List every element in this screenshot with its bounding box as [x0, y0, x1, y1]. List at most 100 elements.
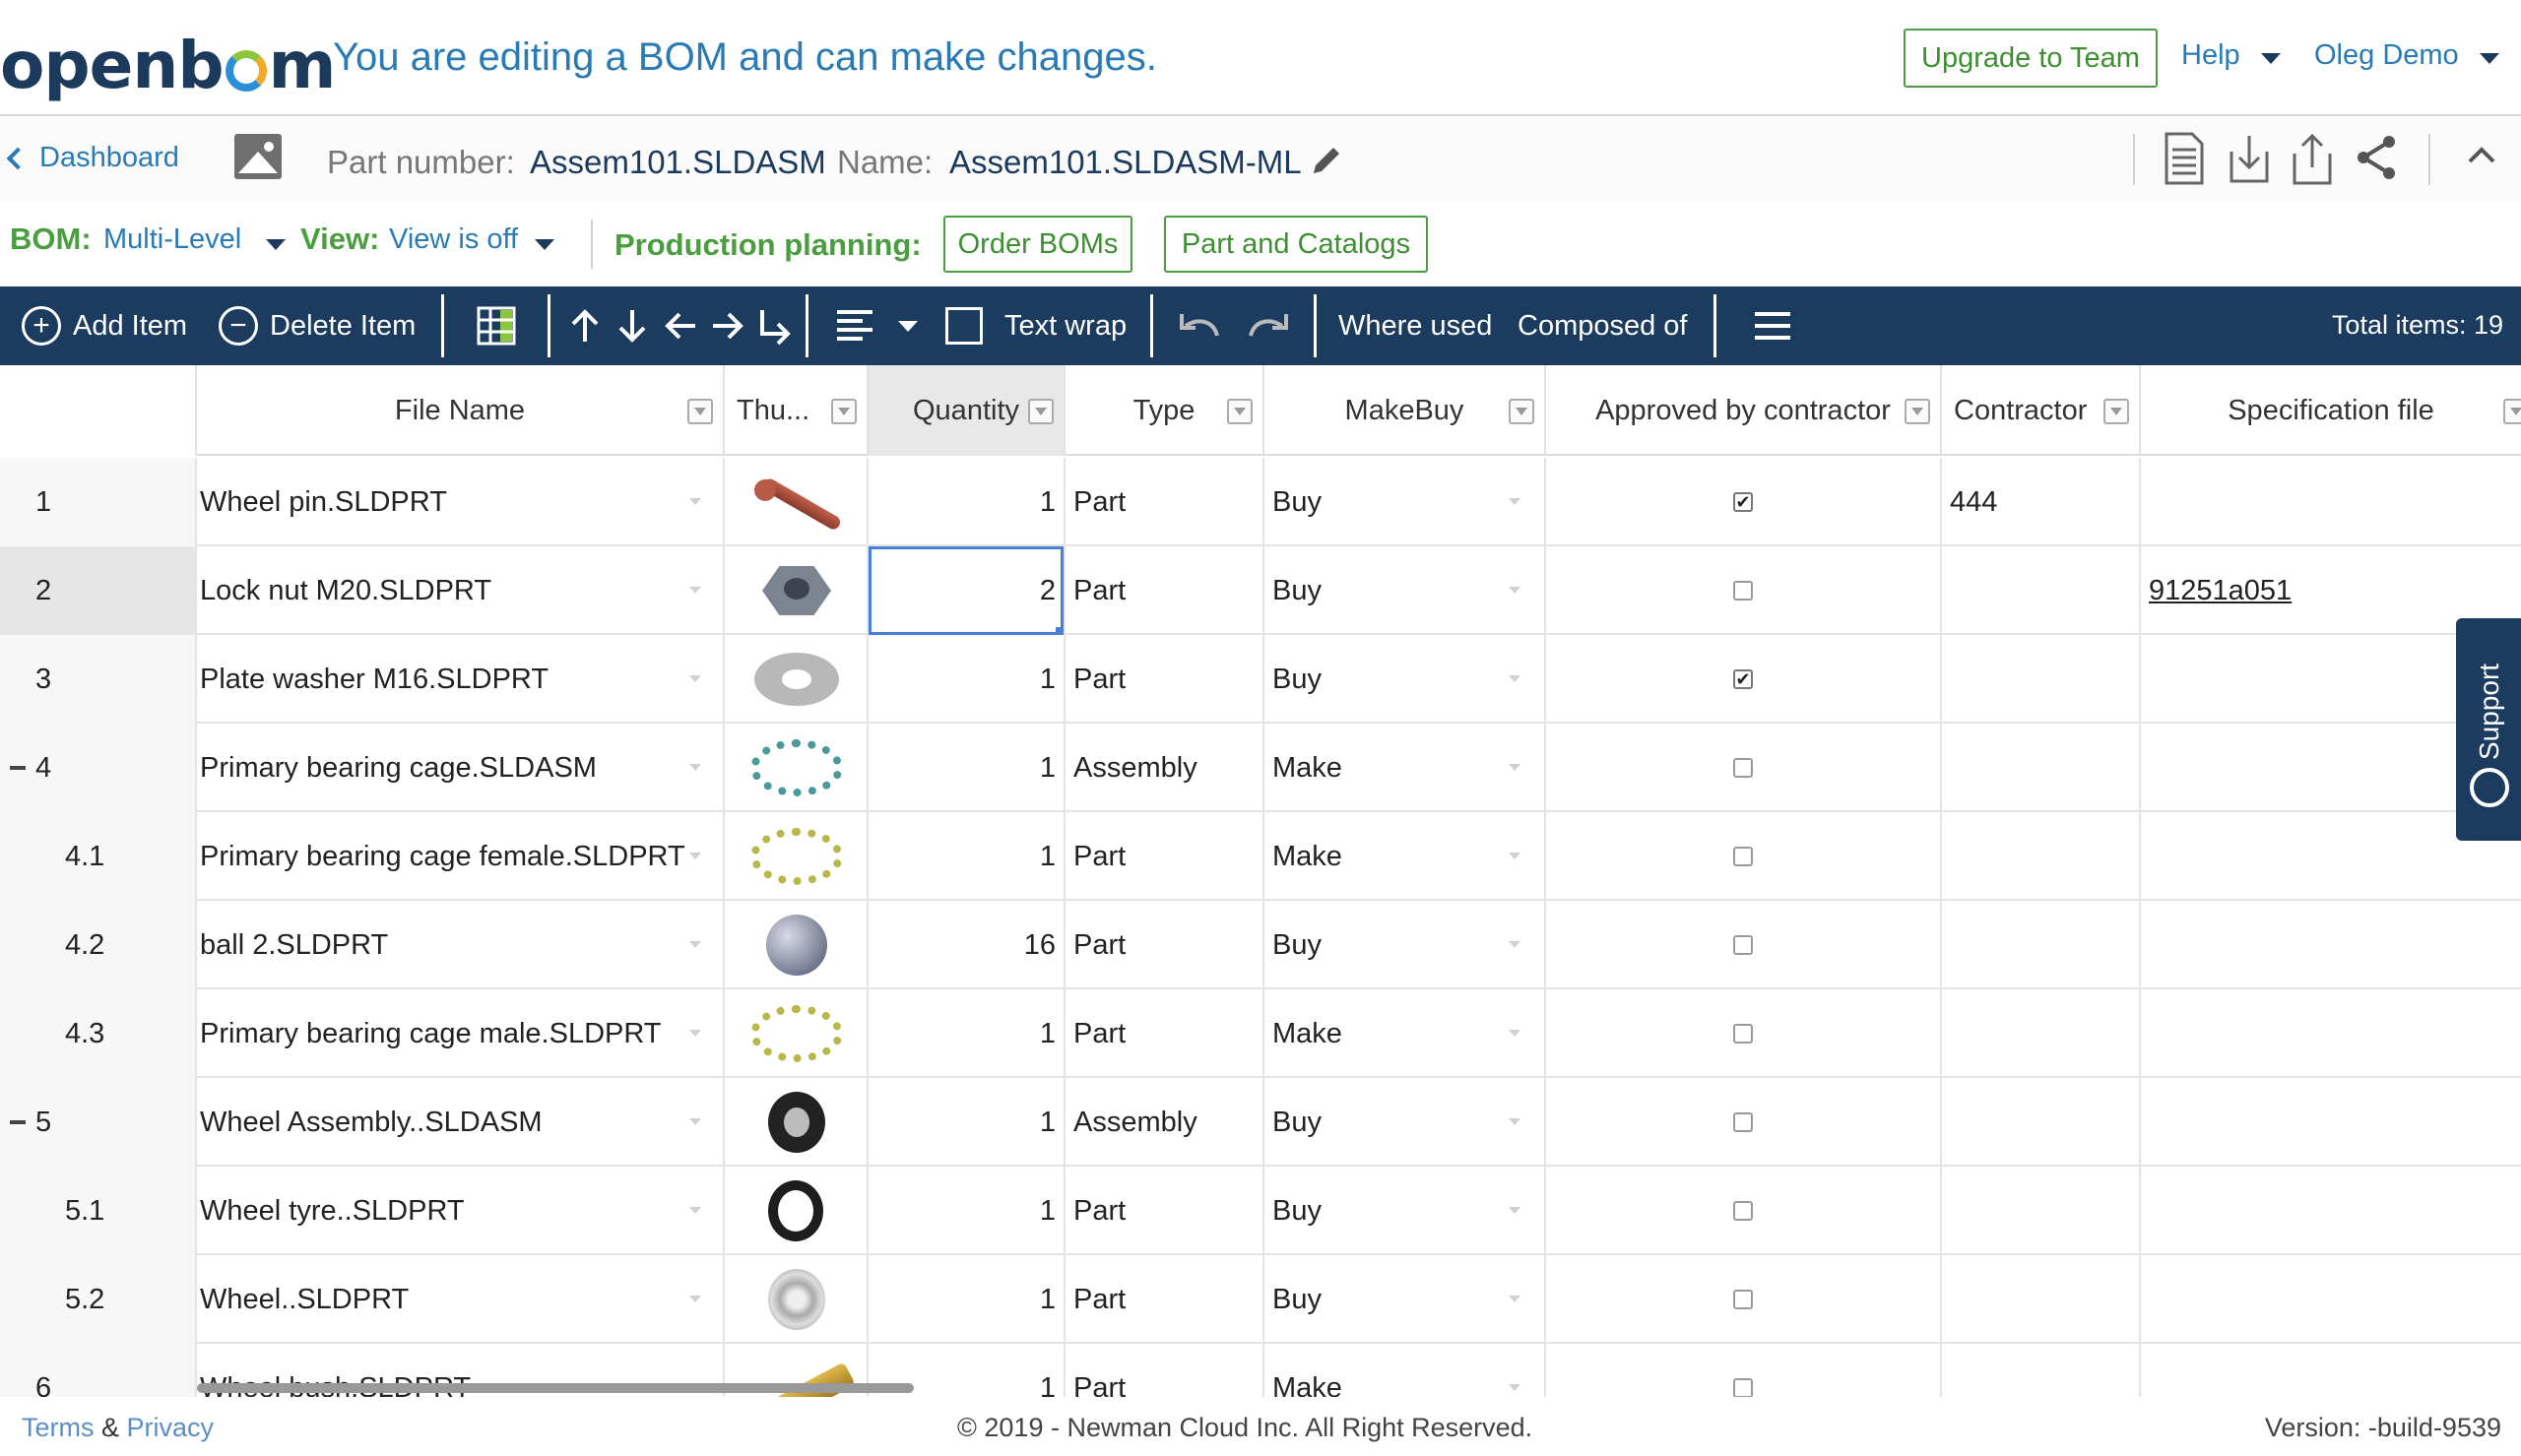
type-cell[interactable]: Part [1066, 1344, 1264, 1397]
quantity-cell[interactable]: 1 [869, 1167, 1066, 1255]
thumbnail-cell[interactable] [725, 635, 869, 724]
contractor-cell[interactable] [1942, 546, 2141, 635]
dropdown-caret-icon[interactable] [1509, 1118, 1520, 1125]
makebuy-cell[interactable]: Buy [1264, 546, 1546, 635]
specification-file-cell[interactable] [2141, 989, 2521, 1078]
quantity-cell[interactable]: 1 [869, 812, 1066, 901]
dropdown-caret-icon[interactable] [689, 764, 701, 771]
approved-cell[interactable]: ✔ [1546, 458, 1942, 546]
dashboard-back-link[interactable]: Dashboard [6, 142, 179, 174]
filter-icon[interactable] [1509, 399, 1534, 424]
column-header-makebuy[interactable]: MakeBuy [1264, 365, 1546, 456]
table-row[interactable]: 1 Wheel pin.SLDPRT 1 Part Buy ✔ 444 [0, 458, 2521, 546]
row-index[interactable]: 5.2 [0, 1255, 197, 1344]
text-wrap-toggle[interactable]: Text wrap [945, 286, 1127, 365]
approved-checkbox[interactable] [1733, 581, 1753, 601]
row-index[interactable]: 3 [0, 635, 197, 724]
table-row[interactable]: 4.2 ball 2.SLDPRT 16 Part Buy [0, 901, 2521, 989]
type-cell[interactable]: Part [1066, 1255, 1264, 1344]
approved-cell[interactable]: ✔ [1546, 635, 1942, 724]
type-cell[interactable]: Part [1066, 546, 1264, 635]
order-boms-button[interactable]: Order BOMs [943, 216, 1132, 273]
filter-icon[interactable] [2503, 399, 2521, 424]
quantity-cell[interactable]: 1 [869, 635, 1066, 724]
approved-checkbox[interactable] [1733, 1290, 1753, 1309]
quantity-cell[interactable]: 1 [869, 458, 1066, 546]
row-index[interactable]: 4.3 [0, 989, 197, 1078]
type-cell[interactable]: Part [1066, 989, 1264, 1078]
grid-view-icon[interactable] [475, 286, 518, 365]
approved-cell[interactable] [1546, 989, 1942, 1078]
column-header-quantity[interactable]: Quantity [869, 365, 1066, 456]
row-index[interactable]: 6 [0, 1344, 197, 1397]
specification-file-cell[interactable] [2141, 458, 2521, 546]
dropdown-caret-icon[interactable] [1509, 587, 1520, 594]
align-left-icon[interactable] [835, 286, 874, 365]
approved-cell[interactable] [1546, 1078, 1942, 1167]
table-row[interactable]: 4 Primary bearing cage.SLDASM 1 Assembly Mak… [0, 724, 2521, 812]
type-cell[interactable]: Part [1066, 1167, 1264, 1255]
makebuy-cell[interactable]: Buy [1264, 1167, 1546, 1255]
pencil-edit-icon[interactable] [1310, 144, 1343, 177]
type-cell[interactable]: Assembly [1066, 1078, 1264, 1167]
contractor-cell[interactable] [1942, 989, 2141, 1078]
help-caret-down-icon[interactable] [2261, 53, 2281, 64]
thumbnail-cell[interactable] [725, 546, 869, 635]
document-icon[interactable] [2163, 130, 2206, 187]
move-up-arrow-icon[interactable] [567, 286, 603, 365]
collapse-chevron-up-icon[interactable] [2464, 138, 2499, 173]
composed-of-button[interactable]: Composed of [1518, 286, 1688, 365]
thumbnail-cell[interactable] [725, 812, 869, 901]
specification-file-cell[interactable] [2141, 901, 2521, 989]
row-index[interactable]: 5.1 [0, 1167, 197, 1255]
horizontal-scrollbar[interactable] [197, 1383, 914, 1393]
file-name-cell[interactable]: ball 2.SLDPRT [197, 901, 725, 989]
export-icon[interactable] [2291, 130, 2334, 187]
part-and-catalogs-button[interactable]: Part and Catalogs [1164, 216, 1428, 273]
dropdown-caret-icon[interactable] [689, 498, 701, 505]
table-row[interactable]: 2 Lock nut M20.SLDPRT 2 Part Buy 91251a051 [0, 546, 2521, 635]
contractor-cell[interactable] [1942, 1167, 2141, 1255]
collapse-minus-icon[interactable] [10, 1120, 26, 1124]
where-used-button[interactable]: Where used [1338, 286, 1492, 365]
upgrade-to-team-button[interactable]: Upgrade to Team [1904, 29, 2158, 88]
file-name-cell[interactable]: Wheel pin.SLDPRT [197, 458, 725, 546]
approved-checkbox[interactable] [1733, 1201, 1753, 1221]
dropdown-caret-icon[interactable] [689, 1207, 701, 1214]
approved-cell[interactable] [1546, 1344, 1942, 1397]
row-index[interactable]: 4.1 [0, 812, 197, 901]
outdent-arrow-left-icon[interactable] [662, 286, 699, 365]
approved-cell[interactable] [1546, 724, 1942, 812]
view-caret-down-icon[interactable] [535, 239, 554, 250]
filter-icon[interactable] [1227, 399, 1253, 424]
makebuy-cell[interactable]: Make [1264, 724, 1546, 812]
filter-icon[interactable] [2103, 399, 2129, 424]
column-header-approved-by-contractor[interactable]: Approved by contractor [1546, 365, 1942, 456]
approved-cell[interactable] [1546, 1255, 1942, 1344]
bom-type-caret-down-icon[interactable] [266, 239, 286, 250]
contractor-cell[interactable] [1942, 1255, 2141, 1344]
approved-cell[interactable] [1546, 1167, 1942, 1255]
makebuy-cell[interactable]: Make [1264, 812, 1546, 901]
file-name-cell[interactable]: Primary bearing cage female.SLDPRT [197, 812, 725, 901]
approved-cell[interactable] [1546, 901, 1942, 989]
contractor-cell[interactable] [1942, 812, 2141, 901]
undo-icon[interactable] [1178, 286, 1221, 365]
type-cell[interactable]: Part [1066, 458, 1264, 546]
thumbnail-cell[interactable] [725, 989, 869, 1078]
thumbnail-cell[interactable] [725, 1078, 869, 1167]
file-name-cell[interactable]: Wheel tyre..SLDPRT [197, 1167, 725, 1255]
delete-item-button[interactable]: − Delete Item [219, 286, 416, 365]
dropdown-caret-icon[interactable] [689, 1118, 701, 1125]
column-header-file-name[interactable]: File Name [197, 365, 725, 456]
dropdown-caret-icon[interactable] [689, 941, 701, 948]
table-row[interactable]: 5.1 Wheel tyre..SLDPRT 1 Part Buy [0, 1167, 2521, 1255]
type-cell[interactable]: Part [1066, 812, 1264, 901]
indent-arrow-right-icon[interactable] [709, 286, 746, 365]
collapse-minus-icon[interactable] [10, 766, 26, 770]
bom-type-selector[interactable]: Multi-Level [103, 223, 241, 256]
dropdown-caret-icon[interactable] [1509, 941, 1520, 948]
makebuy-cell[interactable]: Buy [1264, 901, 1546, 989]
row-index[interactable]: 4.2 [0, 901, 197, 989]
approved-checkbox[interactable]: ✔ [1733, 669, 1753, 689]
